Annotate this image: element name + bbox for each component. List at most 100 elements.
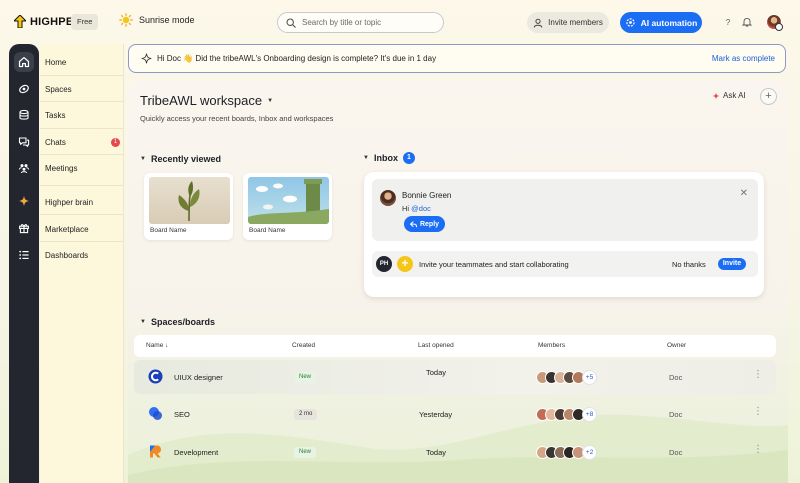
created-badge: 2 mo [294, 409, 318, 420]
inbox-toggle[interactable]: ▼ Inbox 1 [363, 152, 415, 164]
rail-tasks-icon[interactable] [14, 105, 34, 125]
nav-divider [40, 128, 124, 129]
more-members-count: +8 [582, 407, 597, 422]
close-icon[interactable]: ✕ [740, 189, 748, 199]
board-thumbnail [248, 177, 329, 224]
rail-spaces-icon[interactable] [14, 79, 34, 99]
birds-castle-illustration [248, 179, 329, 224]
member-avatars[interactable]: +5 [536, 370, 597, 385]
invite-button[interactable]: Invite [718, 258, 746, 270]
column-header: Created [292, 342, 316, 349]
search-input[interactable] [302, 18, 432, 27]
rail-chat-icon[interactable] [14, 132, 34, 152]
last-opened: Today [426, 368, 447, 377]
inbox-panel: Bonnie Green Hi @doc ✕ Reply PH + Invite… [364, 172, 764, 297]
sender-name: Bonnie Green [402, 191, 452, 200]
more-options-icon[interactable]: ⋮ [753, 407, 763, 417]
gear-sparkle-icon [625, 18, 635, 27]
nav-divider [40, 75, 124, 76]
table-row[interactable]: UIUX designer New Today +5 Doc ⋮ [134, 360, 776, 394]
column-header: Name [146, 342, 164, 349]
sender-avatar [380, 190, 396, 206]
member-avatars[interactable]: +2 [536, 445, 597, 460]
inbox-heading: Inbox [373, 153, 398, 163]
last-opened: Today [426, 448, 447, 457]
development-space-icon [150, 445, 161, 458]
nav-divider [40, 154, 124, 155]
message-mention[interactable]: @doc [411, 204, 431, 213]
ai-automation-button[interactable]: AI automation [620, 12, 702, 33]
sidebar-item-home[interactable]: Home [45, 58, 120, 67]
table-row[interactable]: SEO 2 mo Yesterday +8 Doc ⋮ [134, 397, 776, 431]
search-box[interactable] [277, 12, 444, 33]
nav-divider [40, 185, 124, 186]
nav-divider [40, 214, 124, 215]
rail-meetings-icon[interactable] [14, 158, 34, 178]
sidebar-item-label: Spaces [45, 85, 72, 94]
no-thanks-button[interactable]: No thanks [672, 260, 706, 269]
board-card[interactable]: Board Name [144, 173, 233, 240]
add-teammate-icon[interactable]: + [397, 256, 413, 272]
user-icon [533, 18, 543, 28]
rail-gift-icon[interactable] [14, 218, 34, 238]
more-options-icon[interactable]: ⋮ [753, 370, 763, 380]
sidebar-item-chats[interactable]: Chats 1 [45, 138, 120, 147]
invite-members-label: Invite members [548, 18, 603, 27]
sidebar-item-meetings[interactable]: Meetings [45, 164, 120, 173]
spaces-boards-heading: Spaces/boards [150, 317, 215, 327]
member-avatars[interactable]: +8 [536, 407, 597, 422]
chats-unread-badge: 1 [111, 138, 120, 147]
plant-illustration [178, 181, 200, 222]
more-options-icon[interactable]: ⋮ [753, 445, 763, 455]
help-icon[interactable]: ? [722, 16, 734, 28]
table-row[interactable]: Development New Today +2 Doc ⋮ [134, 435, 776, 469]
board-name: Board Name [249, 227, 286, 234]
last-opened: Yesterday [419, 410, 453, 419]
sidebar-item-label: Marketplace [45, 225, 89, 234]
bell-icon[interactable] [741, 16, 753, 28]
workspace-subtitle: Quickly access your recent boards, Inbox… [140, 114, 334, 123]
column-header: Last opened [418, 342, 454, 349]
seo-space-icon [149, 407, 162, 420]
workspace-panel: TribeAWL workspace ▼ Quickly access your… [128, 80, 788, 483]
created-badge: New [294, 372, 317, 383]
workspace-switcher[interactable]: TribeAWL workspace ▼ [140, 93, 273, 108]
sidebar-item-label: Tasks [45, 111, 66, 120]
recently-viewed-toggle[interactable]: ▼ Recently viewed [140, 154, 221, 164]
sidebar-item-marketplace[interactable]: Marketplace [45, 225, 120, 234]
sidebar-nav: Home Spaces Tasks Chats 1 Meetings Highp… [40, 44, 124, 483]
spaces-boards-toggle[interactable]: ▼ Spaces/boards [140, 317, 215, 327]
add-icon[interactable]: + [760, 88, 777, 105]
sidebar-item-label: Home [45, 58, 67, 67]
ask-ai-button[interactable]: Ask AI [712, 91, 746, 100]
sidebar-item-tasks[interactable]: Tasks [45, 111, 120, 120]
search-icon [286, 17, 296, 28]
column-header: Members [538, 342, 566, 349]
reply-button[interactable]: Reply [404, 216, 445, 232]
plan-badge: Free [71, 14, 99, 30]
ask-ai-label: Ask AI [723, 91, 746, 100]
sidebar-item-spaces[interactable]: Spaces [45, 85, 120, 94]
sidebar-item-highper-brain[interactable]: Highper brain [45, 198, 120, 207]
sunrise-mode-toggle[interactable]: Sunrise mode [119, 13, 195, 27]
inbox-message[interactable]: Bonnie Green Hi @doc ✕ Reply [372, 179, 758, 241]
sidebar-item-label: Meetings [45, 164, 78, 173]
invite-members-button[interactable]: Invite members [527, 12, 609, 33]
reply-arrow-icon [409, 220, 417, 227]
rail-sparkle-icon[interactable] [14, 191, 34, 211]
user-avatar[interactable] [766, 14, 783, 31]
sidebar-item-dashboards[interactable]: Dashboards [45, 251, 120, 260]
column-name-sort[interactable]: Name ↓ [146, 342, 168, 349]
initials-avatar: PH [376, 256, 392, 272]
owner-name: Doc [669, 373, 683, 382]
sun-icon [119, 13, 133, 27]
arrow-down-icon: ↓ [165, 342, 169, 349]
rail-home-icon[interactable] [14, 52, 34, 72]
recently-viewed-heading: Recently viewed [150, 154, 221, 164]
board-card[interactable]: Board Name [243, 173, 332, 240]
rail-list-icon[interactable] [14, 245, 34, 265]
top-bar: HIGHPER Free Sunrise mode Invite members [0, 0, 800, 44]
workspace-title: TribeAWL workspace [140, 93, 263, 108]
mark-as-complete-link[interactable]: Mark as complete [712, 54, 775, 63]
space-name: SEO [174, 410, 190, 419]
